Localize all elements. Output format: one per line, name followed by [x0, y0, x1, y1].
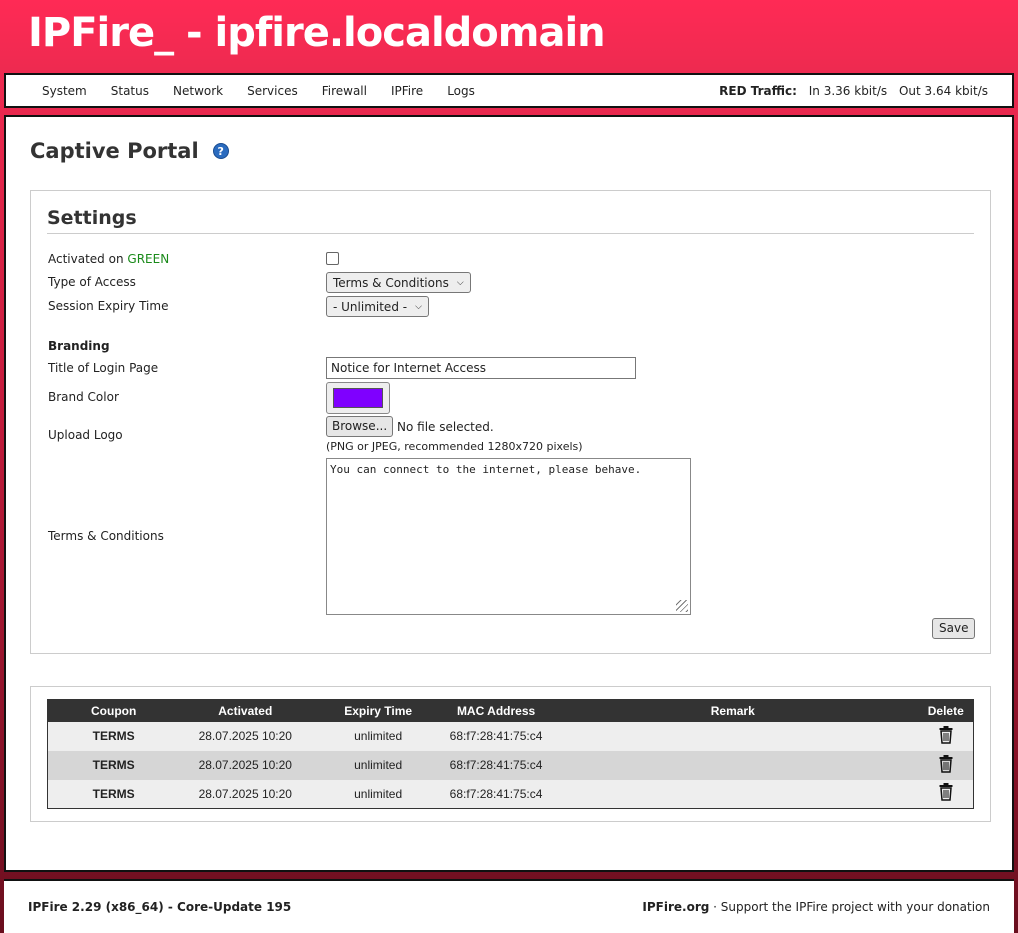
terms-text: You can connect to the internet, please … [330, 463, 642, 476]
version-info: IPFire 2.29 (x86_64) - Core-Update 195 [28, 900, 292, 914]
remark-cell [547, 721, 919, 751]
nav-menu: System Status Network Services Firewall … [42, 84, 499, 98]
activated-cell: 28.07.2025 10:20 [179, 779, 312, 809]
nav-item-services[interactable]: Services [247, 84, 298, 98]
activated-zone: GREEN [127, 252, 170, 266]
brand-color-swatch [333, 388, 383, 408]
col-expiry: Expiry Time [311, 699, 446, 722]
trash-icon[interactable] [939, 783, 953, 804]
branding-heading: Branding [48, 339, 110, 353]
delete-cell [918, 721, 974, 751]
terms-textarea[interactable]: You can connect to the internet, please … [326, 458, 691, 615]
col-coupon: Coupon [47, 699, 180, 722]
access-type-value: Terms & Conditions [333, 275, 449, 290]
mac-cell: 68:f7:28:41:75:c4 [445, 721, 548, 751]
traffic-label: RED Traffic: [719, 83, 797, 98]
access-label: Type of Access [48, 275, 136, 289]
trash-icon[interactable] [939, 725, 953, 747]
logo-label: Upload Logo [48, 428, 123, 442]
remark-cell [547, 779, 919, 809]
chevron-down-icon: ⌵ [456, 277, 464, 288]
login-title-label: Title of Login Page [48, 361, 159, 375]
expiry-cell: unlimited [311, 779, 446, 809]
coupon-cell: TERMS [47, 779, 180, 809]
nav-item-system[interactable]: System [42, 84, 87, 98]
expiry-value: - Unlimited - [333, 299, 408, 314]
col-remark: Remark [547, 699, 919, 722]
expiry-select[interactable]: - Unlimited - ⌵ [326, 296, 429, 317]
trash-icon[interactable] [939, 754, 953, 776]
activated-cell: 28.07.2025 10:20 [179, 750, 312, 780]
main-navbar: System Status Network Services Firewall … [4, 73, 1014, 108]
login-title-input[interactable]: Notice for Internet Access [326, 357, 636, 379]
mac-cell: 68:f7:28:41:75:c4 [445, 750, 548, 780]
page-title-wrap: Captive Portal ? [30, 139, 229, 163]
activated-cell: 28.07.2025 10:20 [179, 721, 312, 751]
nav-item-logs[interactable]: Logs [447, 84, 475, 98]
file-status: No file selected. [397, 420, 494, 434]
brand-color-picker[interactable] [326, 382, 390, 414]
settings-heading: Settings [47, 207, 974, 234]
nav-item-status[interactable]: Status [111, 84, 149, 98]
coupon-cell: TERMS [47, 721, 180, 751]
delete-cell [918, 750, 974, 780]
red-traffic-status: RED Traffic: In 3.36 kbit/s Out 3.64 kbi… [719, 84, 988, 98]
terms-label: Terms & Conditions [48, 529, 164, 543]
table-row: TERMS 28.07.2025 10:20 unlimited 68:f7:2… [47, 750, 974, 780]
coupons-table: Coupon Activated Expiry Time MAC Address… [47, 699, 974, 809]
help-icon[interactable]: ? [212, 143, 229, 159]
table-header-row: Coupon Activated Expiry Time MAC Address… [47, 699, 974, 722]
footer-support: IPFire.org · Support the IPFire project … [642, 900, 990, 914]
nav-item-network[interactable]: Network [173, 84, 223, 98]
activated-label-text: Activated on [48, 252, 124, 266]
col-activated: Activated [179, 699, 312, 722]
save-button[interactable]: Save [932, 618, 976, 639]
remark-cell [547, 750, 919, 780]
footer: IPFire 2.29 (x86_64) - Core-Update 195 I… [4, 879, 1014, 933]
nav-item-ipfire[interactable]: IPFire [391, 84, 423, 98]
chevron-down-icon: ⌵ [415, 301, 422, 312]
table-row: TERMS 28.07.2025 10:20 unlimited 68:f7:2… [47, 721, 974, 751]
access-type-select[interactable]: Terms & Conditions ⌵ [326, 272, 471, 293]
settings-panel: Settings Activated on GREEN Type of Acce… [30, 190, 991, 654]
activated-checkbox[interactable] [326, 252, 339, 265]
traffic-in: In 3.36 kbit/s [808, 83, 888, 98]
page-title: Captive Portal [30, 139, 199, 163]
coupons-panel: Coupon Activated Expiry Time MAC Address… [30, 686, 991, 822]
traffic-out: Out 3.64 kbit/s [898, 83, 988, 98]
nav-item-firewall[interactable]: Firewall [322, 84, 367, 98]
ipfire-org-link[interactable]: IPFire.org [642, 900, 709, 914]
browse-button[interactable]: Browse... [326, 416, 394, 437]
expiry-cell: unlimited [311, 721, 446, 751]
expiry-cell: unlimited [311, 750, 446, 780]
table-row: TERMS 28.07.2025 10:20 unlimited 68:f7:2… [47, 779, 974, 809]
logo-hint: (PNG or JPEG, recommended 1280x720 pixel… [326, 440, 583, 453]
support-text: · Support the IPFire project with your d… [709, 900, 990, 914]
expiry-label: Session Expiry Time [48, 299, 169, 313]
mac-cell: 68:f7:28:41:75:c4 [445, 779, 548, 809]
delete-cell [918, 779, 974, 809]
app-title: IPFire_ - ipfire.localdomain [28, 10, 606, 56]
activated-label: Activated on GREEN [48, 252, 169, 266]
resize-grip-icon[interactable] [676, 600, 688, 612]
coupon-cell: TERMS [47, 750, 180, 780]
col-mac: MAC Address [445, 699, 548, 722]
main-content: Captive Portal ? Settings Activated on G… [4, 115, 1014, 872]
brand-color-label: Brand Color [48, 390, 119, 404]
col-delete: Delete [918, 699, 974, 722]
